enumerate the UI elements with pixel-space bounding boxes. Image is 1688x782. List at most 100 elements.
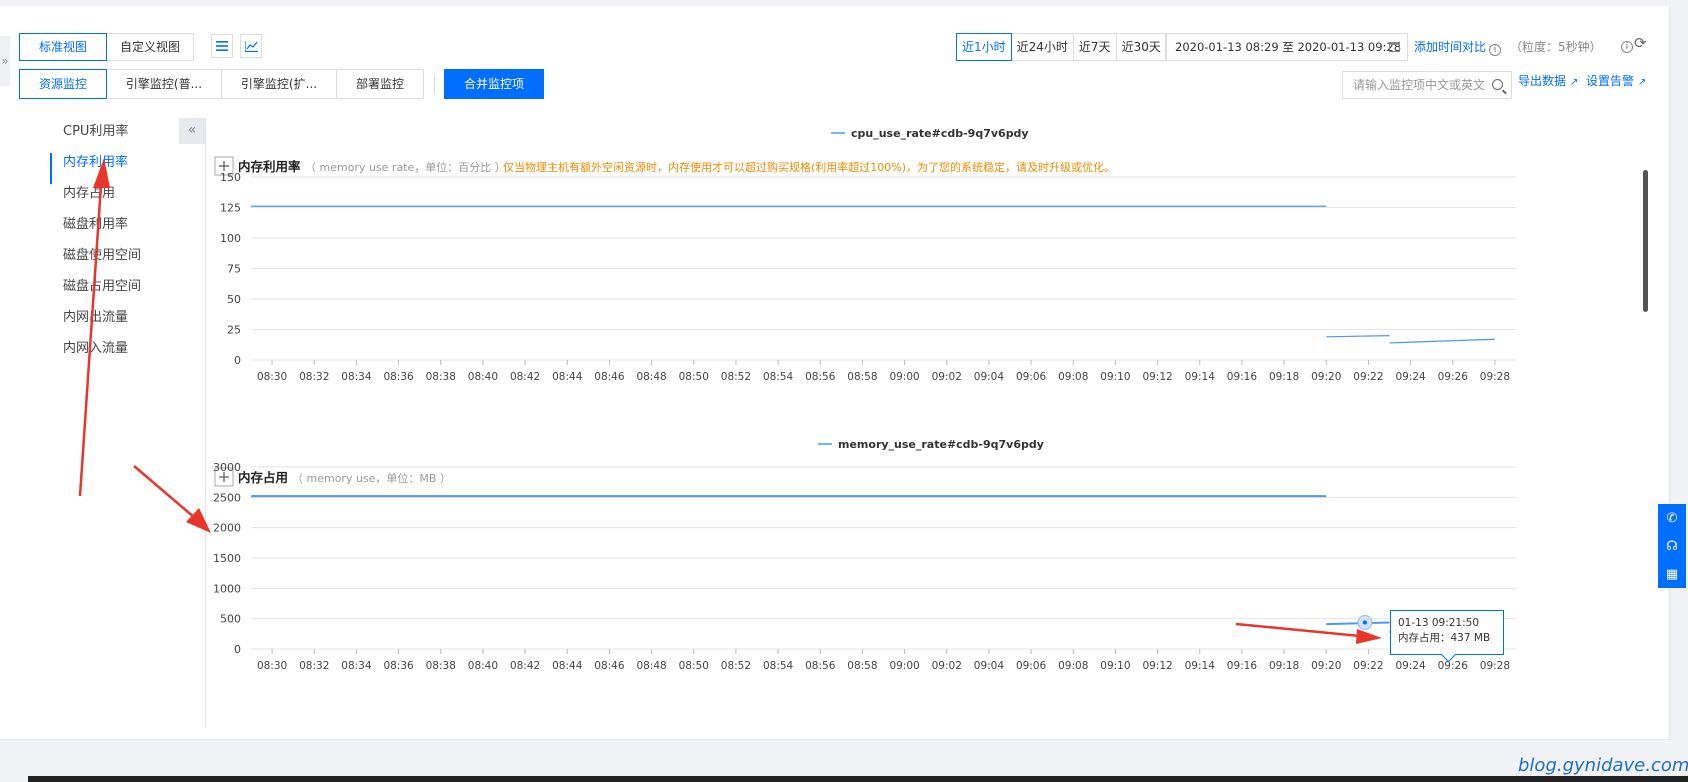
watermark-text: blog.gynidave.com [1518,755,1688,776]
add-time-compare-label: 添加时间对比 [1414,40,1487,54]
x-tick-label: 09:04 [974,660,1005,672]
external-link-icon: ↗ [1569,77,1579,88]
x-tick-label: 09:04 [974,371,1005,383]
bottom-dark-strip [28,776,1688,782]
x-tick-label: 08:38 [426,660,456,672]
sidebar-item-disk-rate[interactable]: 磁盘利用率 [50,215,200,246]
series-line [1326,335,1390,338]
plot-memory-use: 0 500 1000 1500 2000 2500 3000 08:30 08:32 08:34 0… [213,461,1516,672]
x-tick-label: 09:02 [932,371,962,383]
x-tick-label: 08:52 [721,660,751,672]
phone-icon[interactable]: ✆ [1667,511,1678,526]
x-tick-label: 08:46 [594,660,625,672]
x-tick-label: 08:30 [257,371,287,383]
scrollbar-thumb[interactable] [1643,170,1648,312]
x-tick-label: 09:08 [1058,371,1088,383]
expand-left-handle[interactable]: » [0,36,10,86]
x-tick-label: 09:02 [932,660,962,672]
last-24h-button[interactable]: 近24小时 [1010,33,1074,61]
granularity-text: （粒度：5秒钟） [1510,40,1602,54]
qrcode-icon[interactable]: ▦ [1666,567,1678,582]
x-tick-label: 09:18 [1269,371,1299,383]
refresh-icon[interactable]: ⟳ [1634,34,1647,52]
x-tick-label: 08:36 [383,371,414,383]
headset-icon[interactable]: ☊ [1666,539,1678,554]
sidebar-item-intranet-in[interactable]: 内网入流量 [50,339,200,370]
x-tick-label: 09:18 [1269,660,1299,672]
y-tick-label: 2000 [213,522,241,535]
chart-memory-use: memory_use_rate#cdb-9q7v6pdy 内存占用 （ memo… [213,438,1516,672]
tab-engine-monitor-extended[interactable]: 引擎监控(扩... [221,69,337,99]
x-tick-label: 08:52 [721,371,751,383]
x-tick-label: 09:20 [1311,371,1341,383]
x-tick-label: 08:32 [299,660,329,672]
y-tick-label: 50 [227,293,241,306]
custom-view-button[interactable]: 自定义视图 [106,33,194,61]
sidebar-item-intranet-out[interactable]: 内网出流量 [50,308,200,339]
view-mode-group: 标准视图 自定义视图 [19,33,194,61]
monitor-search-input[interactable]: 请输入监控项中文或英文 [1342,71,1512,99]
tab-resource-monitor[interactable]: 资源监控 [19,69,107,99]
date-range-picker[interactable]: 2020-01-13 08:29 至 2020-01-13 09:28 [1165,33,1408,61]
tab-deploy-monitor[interactable]: 部署监控 [336,69,424,99]
calendar-icon [1389,42,1400,52]
chart-subtitle: （ memory use rate，单位：百分比 ） [305,160,506,174]
x-tick-label: 08:58 [847,371,877,383]
x-tick-label: 09:10 [1100,371,1130,383]
tooltip-time: 01-13 09:21:50 [1398,617,1480,629]
x-tick-label: 09:14 [1185,371,1216,383]
x-tick-label: 08:56 [805,371,836,383]
y-tick-label: 100 [220,232,241,245]
sidebar-item-memory-use[interactable]: 内存占用 [50,184,200,215]
x-tick-label: 09:28 [1480,660,1510,672]
y-tick-label: 0 [234,643,241,656]
chart-tooltip: 01-13 09:21:50 内存占用：437 MB [1390,610,1504,655]
sidebar-item-disk-occupied-space[interactable]: 磁盘占用空间 [50,277,200,308]
x-tick-label: 09:14 [1185,660,1216,672]
x-tick-label: 09:24 [1395,371,1426,383]
sidebar-item-disk-used-space[interactable]: 磁盘使用空间 [50,246,200,277]
x-tick-label: 09:16 [1227,371,1258,383]
chart-title: 内存占用 [238,470,288,485]
y-tick-label: 1000 [213,582,241,595]
x-tick-label: 08:50 [679,660,709,672]
last-7d-button[interactable]: 近7天 [1072,33,1117,61]
x-tick-label: 08:48 [636,371,666,383]
sidebar-item-memory-rate[interactable]: 内存利用率 [50,153,200,184]
x-tick-label: 08:48 [636,660,666,672]
x-tick-label: 09:08 [1058,660,1088,672]
merge-monitor-button[interactable]: 合并监控项 [444,69,544,99]
line-chart-icon[interactable] [240,34,262,58]
x-tick-label: 09:26 [1438,660,1469,672]
last-1h-button[interactable]: 近1小时 [956,33,1012,61]
last-30d-button[interactable]: 近30天 [1115,33,1167,61]
search-placeholder: 请输入监控项中文或英文 [1353,78,1486,92]
legend-label: cpu_use_rate#cdb-9q7v6pdy [851,127,1029,140]
add-time-compare-link[interactable]: 添加时间对比 i [1414,38,1502,56]
set-alarm-link[interactable]: 设置告警 ↗ [1586,72,1646,89]
plot-memory-rate: 0 25 50 75 100 125 150 08:30 08:32 08:34 08:36 08:3… [220,171,1516,383]
help-icon[interactable]: i [1618,37,1633,53]
x-tick-label: 08:38 [426,371,456,383]
x-tick-label: 09:26 [1438,371,1469,383]
x-tick-label: 09:10 [1100,660,1130,672]
x-tick-label: 09:24 [1395,660,1426,672]
x-tick-label: 08:58 [847,660,877,672]
sidebar-item-cpu-rate[interactable]: CPU利用率 [50,122,200,153]
y-tick-label: 75 [227,263,241,276]
y-tick-label: 2500 [213,491,241,504]
date-range-text: 2020-01-13 08:29 至 2020-01-13 09:28 [1175,40,1402,54]
export-data-link[interactable]: 导出数据 ↗ [1518,72,1578,89]
tab-engine-monitor-normal[interactable]: 引擎监控(普... [106,69,222,99]
search-icon[interactable] [1492,79,1503,90]
info-icon: i [1489,44,1502,56]
y-tick-label: 25 [227,324,241,337]
x-tick-label: 08:40 [468,371,498,383]
standard-view-button[interactable]: 标准视图 [19,33,107,61]
legend-label: memory_use_rate#cdb-9q7v6pdy [838,438,1044,451]
time-range-group: 近1小时 近24小时 近7天 近30天 [956,33,1167,61]
x-tick-label: 08:36 [383,660,414,672]
x-tick-label: 08:30 [257,660,287,672]
y-tick-label: 125 [220,202,241,215]
list-view-icon[interactable] [211,34,233,58]
